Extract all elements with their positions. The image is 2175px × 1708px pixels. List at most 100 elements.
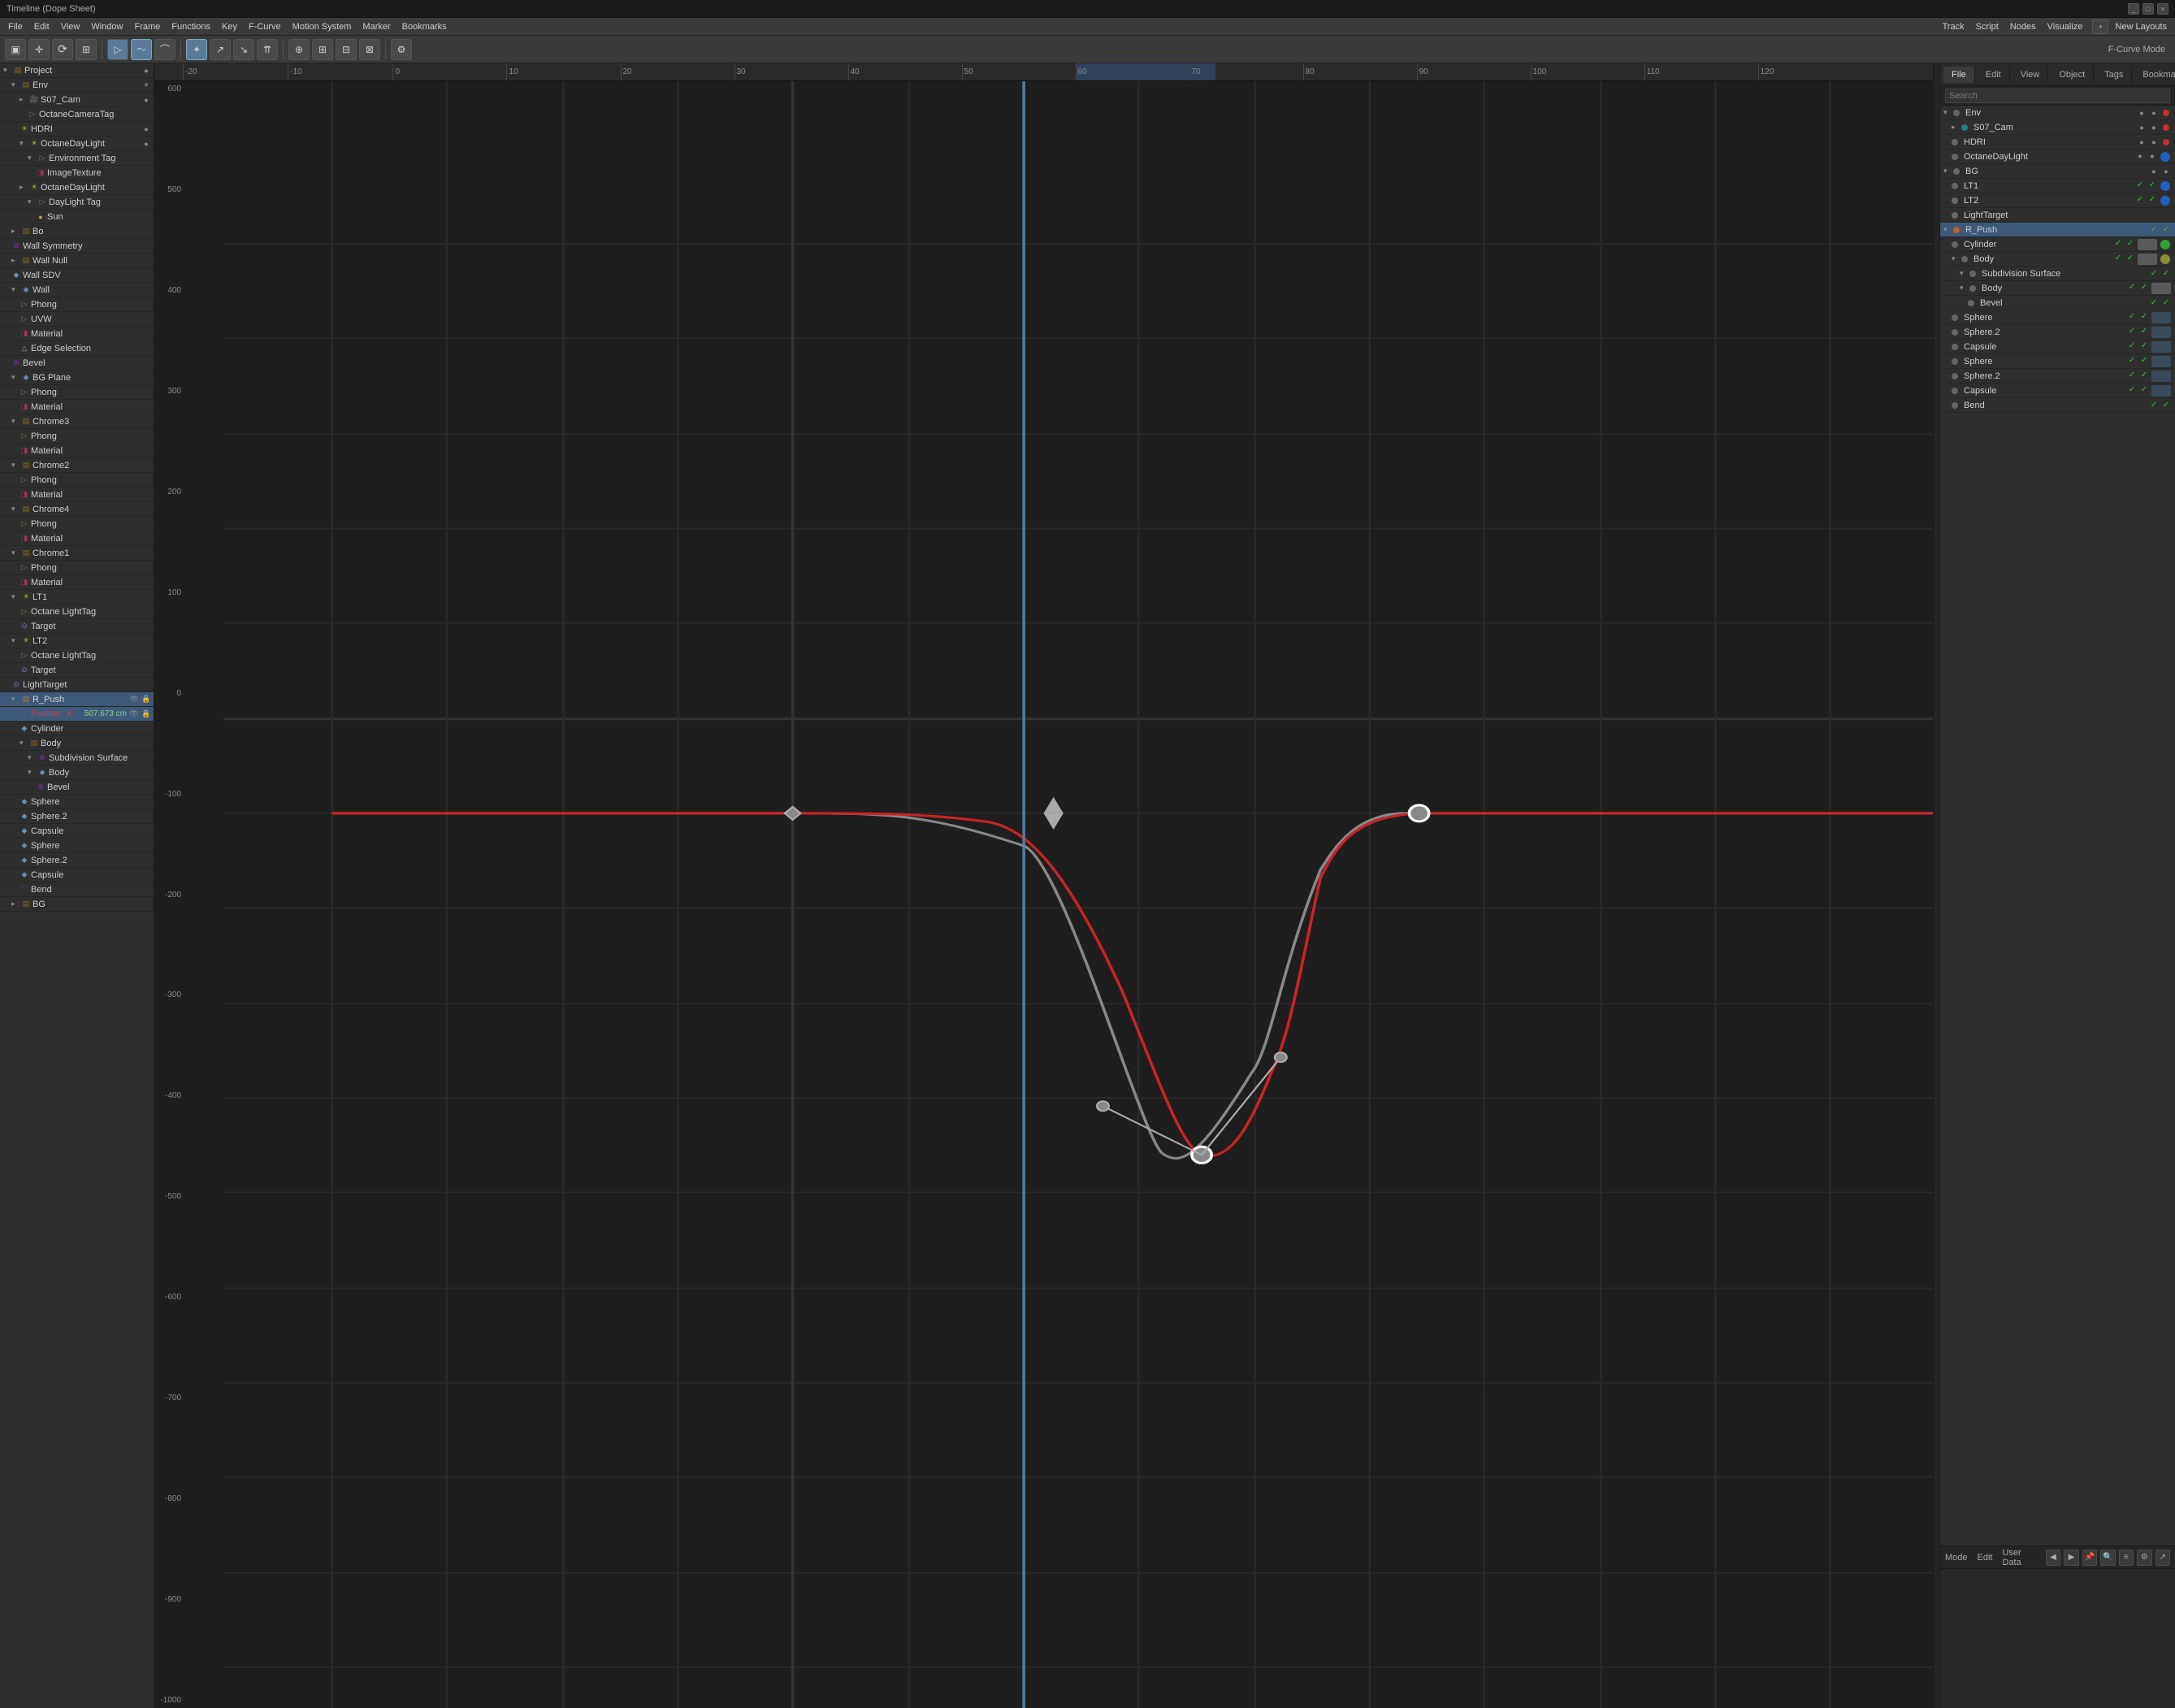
rtree-sphere4[interactable]: Sphere.2 ✓ ✓ — [1940, 369, 2175, 384]
lock-positionx[interactable]: 🔒 — [141, 709, 152, 720]
rtree-sphere1[interactable]: Sphere ✓ ✓ — [1940, 310, 2175, 325]
tool-b1[interactable]: ⊞ — [312, 39, 333, 60]
r-lock-cylinder[interactable]: ✓ — [2125, 238, 2136, 249]
vis-s07cam[interactable]: ● — [141, 94, 152, 106]
tool-render[interactable]: ▷ — [107, 39, 128, 60]
tool-b3[interactable]: ⊠ — [359, 39, 380, 60]
rb-back-btn[interactable]: ◀ — [2046, 1550, 2060, 1566]
r-lock-env[interactable]: ● — [2148, 107, 2160, 119]
obj-body-main[interactable]: ▾ ▤ Body — [0, 736, 154, 751]
tab-nodes[interactable]: Nodes — [2005, 20, 2041, 33]
r-vis-env[interactable]: ● — [2136, 107, 2147, 119]
menu-fcurve[interactable]: F-Curve — [244, 20, 286, 33]
vis-env[interactable]: ● — [141, 80, 152, 91]
vis-octanedl[interactable]: ● — [141, 138, 152, 150]
tool-a2[interactable]: ↘ — [233, 39, 254, 60]
obj-sphere4[interactable]: ◆ Sphere.2 — [0, 853, 154, 868]
r-lock-capsule2[interactable]: ✓ — [2138, 384, 2150, 396]
handle-2[interactable] — [1275, 1052, 1287, 1062]
menu-functions[interactable]: Functions — [167, 20, 215, 33]
obj-material2[interactable]: ◨ Material — [0, 400, 154, 414]
obj-sphere3[interactable]: ◆ Sphere — [0, 839, 154, 853]
obj-wallnull[interactable]: ▸ ▤ Wall Null — [0, 254, 154, 268]
tool-b2[interactable]: ⊟ — [336, 39, 357, 60]
rb-expand-btn[interactable]: ↗ — [2156, 1550, 2170, 1566]
r-lock-rpush[interactable]: ✓ — [2160, 224, 2172, 236]
r-vis-sphere2[interactable]: ✓ — [2126, 326, 2138, 337]
obj-capsule2[interactable]: ◆ Capsule — [0, 868, 154, 882]
r-lock-sphere1[interactable]: ✓ — [2138, 311, 2150, 323]
vis-hdri[interactable]: ● — [141, 124, 152, 135]
minimize-button[interactable]: _ — [2128, 3, 2139, 15]
r-vis-bevel-sub[interactable]: ✓ — [2148, 297, 2160, 309]
tool-curve[interactable]: 〜 — [131, 39, 152, 60]
obj-wallsymmetry[interactable]: ⊕ Wall Symmetry — [0, 239, 154, 254]
r-col-hdri[interactable] — [2163, 139, 2169, 145]
r-lock-octanedl[interactable]: ● — [2147, 150, 2158, 162]
vert-slider[interactable] — [1933, 63, 1939, 1708]
r-vis-bend[interactable]: ✓ — [2148, 400, 2160, 411]
r-col-cylinder[interactable] — [2160, 240, 2170, 249]
rtree-sphere2[interactable]: Sphere.2 ✓ ✓ — [1940, 325, 2175, 340]
obj-uvw[interactable]: ▷ UVW — [0, 312, 154, 327]
r-vis-bg[interactable]: ● — [2148, 166, 2160, 177]
r-tab-edit[interactable]: Edit — [1978, 67, 2010, 83]
obj-positionx[interactable]: ~ Position : X 507.673 cm 👁 🔒 — [0, 707, 154, 722]
r-lock-s07cam[interactable]: ● — [2148, 122, 2160, 133]
rb-forward-btn[interactable]: ▶ — [2064, 1550, 2078, 1566]
r-tab-bookmarks[interactable]: Bookmarks — [2134, 67, 2175, 83]
obj-wall[interactable]: ▾ ◆ Wall — [0, 283, 154, 297]
tool-fcurve-select[interactable]: ✦ — [186, 39, 207, 60]
menu-frame[interactable]: Frame — [129, 20, 165, 33]
r-lock-sphere4[interactable]: ✓ — [2138, 370, 2150, 381]
obj-phong2[interactable]: ▷ Phong — [0, 385, 154, 400]
obj-chrome2[interactable]: ▾ ▤ Chrome2 — [0, 458, 154, 473]
r-lock-hdri[interactable]: ● — [2148, 137, 2160, 148]
obj-envtag[interactable]: ▾ ▷ Environment Tag — [0, 151, 154, 166]
rtree-bend[interactable]: Bend ✓ ✓ — [1940, 398, 2175, 413]
rb-settings-btn[interactable]: ⚙ — [2137, 1550, 2151, 1566]
tool-a3[interactable]: ⇈ — [257, 39, 278, 60]
vis-project[interactable]: ● — [141, 65, 152, 76]
obj-lt2[interactable]: ▾ ☀ LT2 — [0, 634, 154, 648]
rtree-octanedl[interactable]: OctaneDayLight ● ● — [1940, 150, 2175, 164]
obj-bevel2[interactable]: ⊕ Bevel — [0, 780, 154, 795]
obj-phong6[interactable]: ▷ Phong — [0, 561, 154, 575]
obj-phong5[interactable]: ▷ Phong — [0, 517, 154, 531]
obj-bend[interactable]: ⌒ Bend — [0, 882, 154, 897]
r-vis-capsule2[interactable]: ✓ — [2126, 384, 2138, 396]
obj-chrome3[interactable]: ▾ ▤ Chrome3 — [0, 414, 154, 429]
r-lock-capsule1[interactable]: ✓ — [2138, 340, 2150, 352]
obj-target1[interactable]: ⊙ Target — [0, 619, 154, 634]
obj-sun[interactable]: ● Sun — [0, 210, 154, 224]
r-vis-octanedl[interactable]: ● — [2134, 150, 2146, 162]
obj-edgeselection[interactable]: △ Edge Selection — [0, 341, 154, 356]
tool-scale[interactable]: ⊞ — [76, 39, 97, 60]
r-vis-sphere3[interactable]: ✓ — [2126, 355, 2138, 366]
obj-material1[interactable]: ◨ Material — [0, 327, 154, 341]
obj-lighttarget[interactable]: ⊙ LightTarget — [0, 678, 154, 692]
obj-sphere1[interactable]: ◆ Sphere — [0, 795, 154, 809]
obj-bo[interactable]: ▸ ▤ Bo — [0, 224, 154, 239]
obj-cylinder[interactable]: ◆ Cylinder — [0, 722, 154, 736]
rtree-env[interactable]: ▾ Env ● ● — [1940, 106, 2175, 120]
r-vis-hdri[interactable]: ● — [2136, 137, 2147, 148]
r-vis-body-sub[interactable]: ✓ — [2126, 282, 2138, 293]
obj-chrome4[interactable]: ▾ ▤ Chrome4 — [0, 502, 154, 517]
obj-phong4[interactable]: ▷ Phong — [0, 473, 154, 488]
r-col-lt1[interactable] — [2160, 181, 2170, 191]
menu-bookmarks[interactable]: Bookmarks — [397, 20, 452, 33]
keyframe-right[interactable] — [1409, 805, 1428, 821]
rtree-body-main[interactable]: ▾ Body ✓ ✓ — [1940, 252, 2175, 267]
curve-area[interactable]: 600 500 400 300 200 100 0 -100 -200 -300… — [154, 81, 1933, 1708]
obj-material6[interactable]: ◨ Material — [0, 575, 154, 590]
rtree-hdri[interactable]: HDRI ● ● — [1940, 135, 2175, 150]
rtree-rpush[interactable]: ▾ R_Push ✓ ✓ — [1940, 223, 2175, 237]
obj-rpush[interactable]: ▾ ▤ R_Push 👁 🔒 — [0, 692, 154, 707]
menu-edit[interactable]: Edit — [29, 20, 54, 33]
tool-arc[interactable]: ⌒ — [154, 39, 175, 60]
menu-view[interactable]: View — [56, 20, 85, 33]
rtree-body-sub[interactable]: ▾ Body ✓ ✓ — [1940, 281, 2175, 296]
menu-motion[interactable]: Motion System — [288, 20, 357, 33]
r-vis-sphere4[interactable]: ✓ — [2126, 370, 2138, 381]
